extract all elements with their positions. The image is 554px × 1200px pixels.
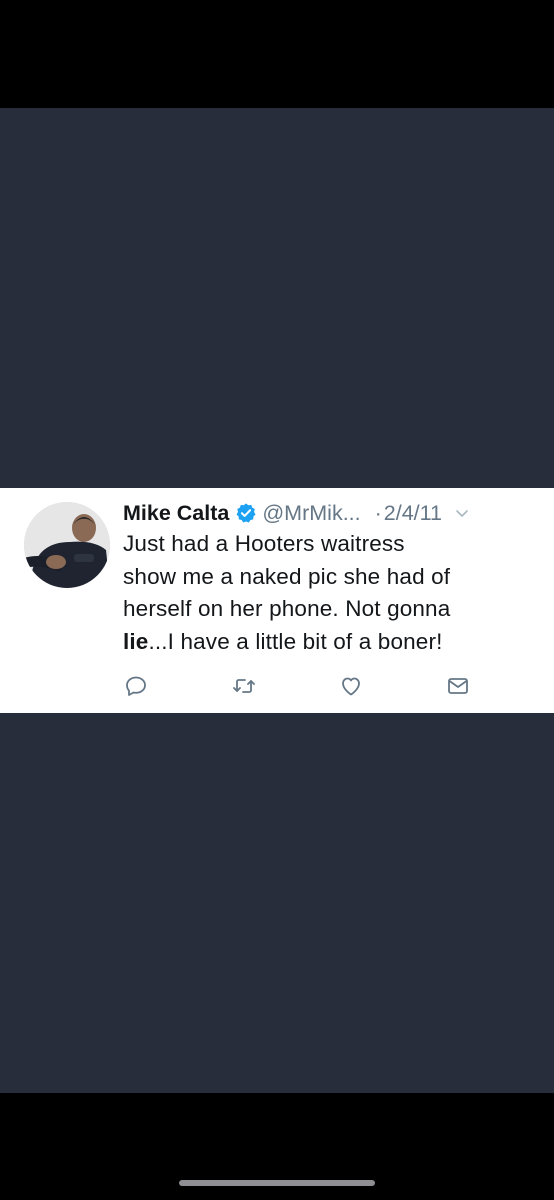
tweet-text-line-4: ...I have a little bit of a boner! <box>148 628 443 654</box>
envelope-icon[interactable] <box>446 674 470 698</box>
heart-icon[interactable] <box>339 674 363 698</box>
tweet-date[interactable]: 2/4/11 <box>384 501 442 526</box>
separator-dot: · <box>374 500 382 525</box>
retweet-icon[interactable] <box>232 674 256 698</box>
tweet-text: Just had a Hooters waitress show me a na… <box>123 528 543 658</box>
author-name[interactable]: Mike Calta <box>123 501 229 526</box>
reply-icon[interactable] <box>124 674 148 698</box>
tweet-body: Mike Calta @MrMik... · 2/4/11 Just had a… <box>123 498 543 658</box>
chevron-down-icon[interactable] <box>453 504 471 522</box>
tweet-card[interactable]: Mike Calta @MrMik... · 2/4/11 Just had a… <box>0 488 554 713</box>
avatar[interactable] <box>24 502 110 588</box>
tweet-text-line-3: herself on her phone. Not gonna <box>123 596 451 621</box>
home-indicator[interactable] <box>179 1180 375 1186</box>
tweet-text-line-1: Just had a Hooters waitress <box>123 531 405 556</box>
verified-badge-icon <box>235 502 257 524</box>
top-black-bar <box>0 0 554 108</box>
author-handle[interactable]: @MrMik... <box>262 501 360 526</box>
tweet-text-bold-word: lie <box>123 628 149 654</box>
tweet-header: Mike Calta @MrMik... · 2/4/11 <box>123 498 543 528</box>
tweet-actions <box>0 674 554 698</box>
avatar-photo <box>24 502 110 588</box>
tweet-text-line-2: show me a naked pic she had of <box>123 563 451 589</box>
